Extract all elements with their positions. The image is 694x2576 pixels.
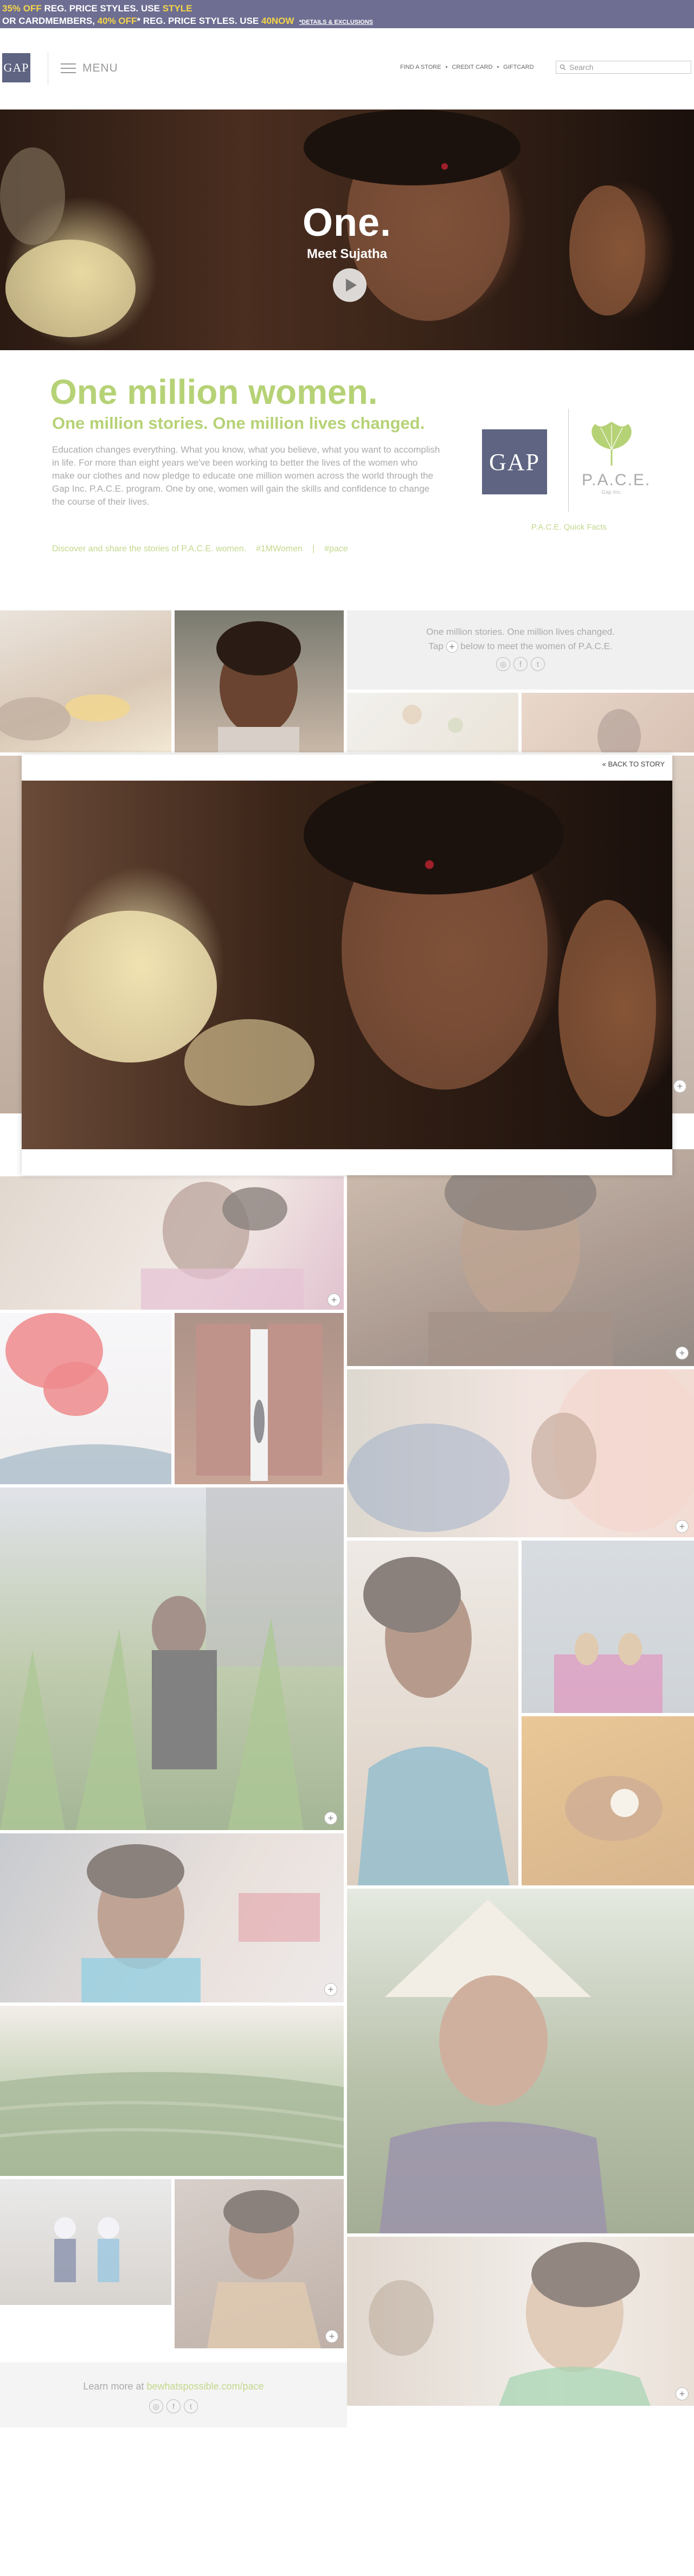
intro-body: Education changes everything. What you k… — [52, 445, 440, 507]
hashtag-divider: | — [312, 544, 315, 553]
story-tile[interactable] — [347, 1889, 694, 2233]
twitter-icon[interactable]: t — [531, 657, 545, 671]
story-tile[interactable]: + — [347, 1369, 694, 1537]
social-links: ◎ f t — [0, 2399, 347, 2413]
promo-text: * REG. PRICE STYLES. USE — [137, 16, 261, 26]
play-icon — [345, 279, 357, 292]
pace-name: P.A.C.E. — [582, 471, 651, 489]
utility-nav: FIND A STORE • CREDIT CARD • GIFTCARD — [400, 64, 534, 70]
story-tile[interactable] — [347, 1541, 518, 1885]
video-player[interactable] — [22, 781, 672, 1149]
intro-headline: One million women. — [50, 372, 378, 411]
story-tile[interactable]: + — [0, 1833, 344, 2002]
learn-more-text: Learn more at bewhatspossible.com/pace — [0, 2381, 347, 2392]
ginkgo-leaf-icon — [592, 422, 632, 466]
social-links: ◎ f t — [347, 657, 694, 671]
tile-image — [216, 621, 301, 752]
quick-facts-link[interactable]: P.A.C.E. Quick Facts — [531, 523, 607, 532]
story-tile[interactable]: + — [347, 1149, 694, 1366]
gap-brand-logo: GAP — [482, 429, 547, 494]
promo-line-1: 35% OFF REG. PRICE STYLES. USE STYLE — [2, 3, 192, 14]
learn-more-link[interactable]: bewhatspossible.com/pace — [146, 2381, 264, 2392]
promo-code: 40NOW — [261, 16, 294, 26]
plus-icon[interactable]: + — [676, 2387, 689, 2400]
story-tile[interactable] — [522, 693, 694, 752]
story-tile[interactable]: + — [0, 1176, 344, 1310]
learn-prefix: Learn more at — [83, 2381, 147, 2392]
find-store-link[interactable]: FIND A STORE — [400, 64, 441, 70]
gallery-info-line1: One million stories. One million lives c… — [426, 627, 615, 637]
story-tile[interactable] — [522, 1716, 694, 1885]
twitter-icon[interactable]: t — [184, 2399, 198, 2413]
story-tile[interactable] — [0, 2006, 344, 2176]
learn-more-block: Learn more at bewhatspossible.com/pace ◎… — [0, 2362, 347, 2427]
story-tile[interactable] — [175, 1313, 344, 1484]
story-tile[interactable] — [175, 610, 344, 752]
details-link[interactable]: *DETAILS & EXCLUSIONS — [299, 19, 373, 25]
promo-text: REG. PRICE STYLES. USE — [41, 3, 163, 14]
search-placeholder: Search — [569, 63, 594, 72]
credit-card-link[interactable]: CREDIT CARD — [452, 64, 492, 70]
gallery-info: One million stories. One million lives c… — [347, 610, 694, 690]
gallery-info-line2: Tap + below to meet the women of P.A.C.E… — [347, 641, 694, 653]
story-tile[interactable] — [0, 610, 171, 752]
hamburger-icon — [61, 63, 76, 73]
story-tile[interactable]: + — [175, 2179, 344, 2348]
facebook-icon[interactable]: f — [166, 2399, 181, 2413]
intro-section: One million women. One million stories. … — [0, 350, 694, 610]
plus-icon[interactable]: + — [676, 1520, 689, 1533]
utility-separator: • — [497, 64, 499, 70]
menu-label: MENU — [82, 62, 118, 74]
facebook-icon[interactable]: f — [513, 657, 528, 671]
search-input[interactable]: Search — [556, 61, 691, 74]
video-frame — [43, 781, 656, 1117]
pace-logo: P.A.C.E. Gap Inc. — [582, 420, 651, 495]
promo-banner: 35% OFF REG. PRICE STYLES. USE STYLE OR … — [0, 0, 694, 28]
brand-lockup: GAP P.A.C.E. Gap Inc. — [479, 409, 651, 512]
site-header: GAP MENU FIND A STORE • CREDIT CARD • GI… — [0, 28, 694, 110]
hero-title: One. — [302, 201, 392, 244]
story-tile[interactable]: + — [0, 1487, 344, 1830]
discover-text: Discover and share the stories of P.A.C.… — [52, 544, 247, 553]
plus-icon[interactable]: + — [324, 1812, 337, 1825]
story-tile[interactable] — [347, 693, 518, 752]
plus-icon[interactable]: + — [325, 2330, 338, 2343]
giftcard-link[interactable]: GIFTCARD — [503, 64, 534, 70]
instagram-icon[interactable]: ◎ — [496, 657, 510, 671]
play-button[interactable] — [333, 268, 367, 302]
video-modal: « BACK TO STORY — [22, 755, 672, 1175]
plus-icon[interactable]: + — [324, 1983, 337, 1996]
hero-subtitle: Meet Sujatha — [306, 247, 388, 261]
utility-separator: • — [445, 64, 448, 70]
gap-logo[interactable]: GAP — [2, 53, 30, 82]
brand-divider — [568, 409, 569, 512]
menu-button[interactable]: MENU — [61, 62, 118, 75]
story-tile[interactable] — [0, 756, 22, 1113]
promo-text: OR CARDMEMBERS, — [2, 16, 98, 26]
discover-line: Discover and share the stories of P.A.C.… — [52, 544, 348, 554]
story-tile[interactable]: + — [672, 756, 694, 1113]
instagram-icon[interactable]: ◎ — [149, 2399, 163, 2413]
pace-tagline: Gap Inc. — [601, 490, 622, 495]
plus-icon[interactable]: + — [673, 1080, 686, 1093]
search-icon — [560, 64, 566, 70]
story-tile[interactable] — [0, 1313, 171, 1484]
hero-video-banner[interactable]: One. Meet Sujatha — [0, 110, 694, 350]
promo-line-2: OR CARDMEMBERS, 40% OFF* REG. PRICE STYL… — [2, 16, 373, 27]
story-tile[interactable] — [0, 2179, 171, 2305]
promo-code: STYLE — [162, 3, 192, 14]
plus-icon[interactable]: + — [676, 1347, 689, 1360]
plus-icon[interactable]: + — [327, 1293, 340, 1306]
back-to-story-link[interactable]: « BACK TO STORY — [602, 760, 665, 768]
hashtag-pace[interactable]: #pace — [324, 544, 348, 554]
promo-discount: 40% OFF — [97, 16, 137, 26]
hashtag-1mwomen[interactable]: #1MWomen — [256, 544, 303, 554]
story-tile[interactable]: + — [347, 2237, 694, 2406]
story-tile[interactable] — [522, 1541, 694, 1713]
intro-subheadline: One million stories. One million lives c… — [52, 414, 425, 433]
promo-discount: 35% OFF — [2, 3, 42, 14]
gallery-info-text: below to meet the women of P.A.C.E. — [460, 641, 613, 652]
gallery-info-tap: Tap — [428, 641, 444, 652]
plus-icon: + — [446, 641, 458, 653]
